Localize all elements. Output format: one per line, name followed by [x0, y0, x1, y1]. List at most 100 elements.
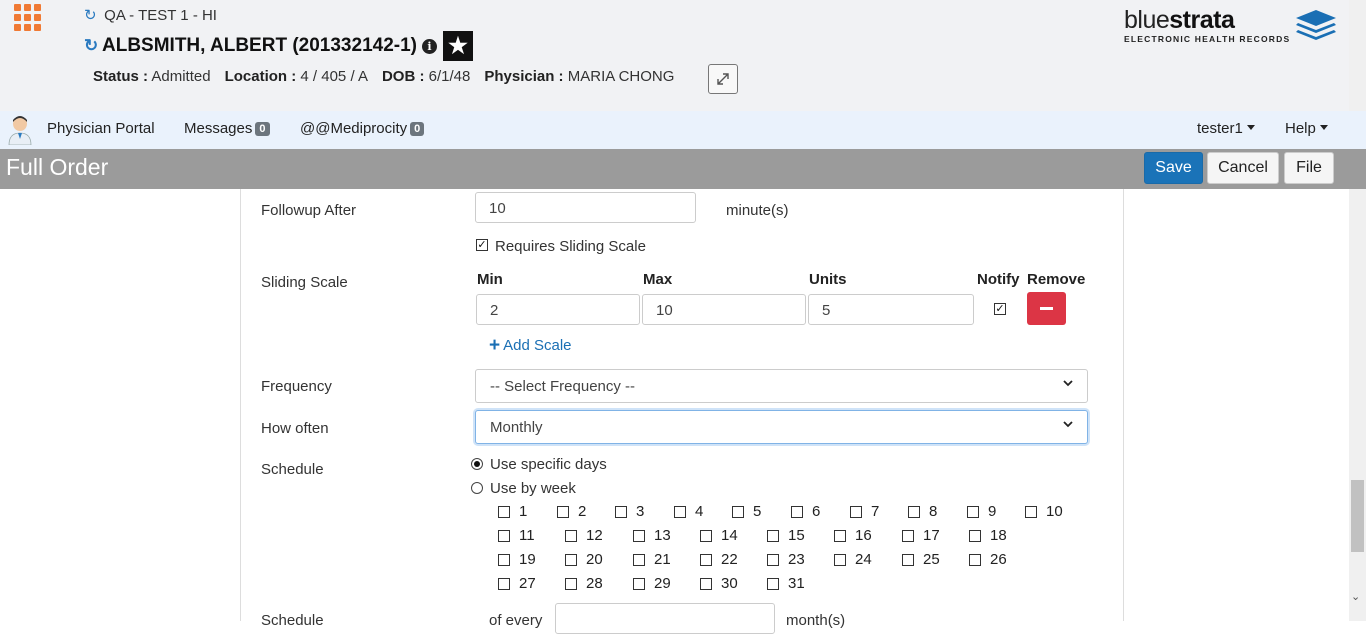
- top-navbar: Physician Portal Messages 0 @@Mediprocity…: [0, 111, 1366, 149]
- apps-grid-icon[interactable]: [13, 3, 41, 31]
- min-column-header: Min: [477, 271, 503, 288]
- day-checkbox[interactable]: [834, 530, 846, 542]
- cancel-button[interactable]: Cancel: [1207, 152, 1279, 184]
- day-checkbox[interactable]: [633, 554, 645, 566]
- frequency-select[interactable]: -- Select Frequency --: [475, 369, 1088, 403]
- day-checkbox[interactable]: [732, 506, 744, 518]
- use-by-week-radio[interactable]: [471, 482, 483, 494]
- day-label: 9: [988, 503, 997, 520]
- day-label: 13: [654, 527, 671, 544]
- day-label: 26: [990, 551, 1007, 568]
- order-form-panel: Followup After 10 minute(s) ✓ Requires S…: [240, 189, 1124, 634]
- use-specific-days-label: Use specific days: [490, 456, 607, 473]
- day-checkbox[interactable]: [498, 530, 510, 542]
- save-button[interactable]: Save: [1144, 152, 1203, 184]
- day-checkbox[interactable]: [633, 578, 645, 590]
- day-label: 21: [654, 551, 671, 568]
- day-checkbox[interactable]: [498, 506, 510, 518]
- day-checkbox[interactable]: [498, 578, 510, 590]
- day-checkbox[interactable]: [902, 554, 914, 566]
- day-checkbox[interactable]: [700, 554, 712, 566]
- day-checkbox[interactable]: [834, 554, 846, 566]
- expand-button[interactable]: [708, 64, 738, 94]
- day-label: 14: [721, 527, 738, 544]
- schedule-label: Schedule: [261, 461, 324, 478]
- max-column-header: Max: [643, 271, 673, 288]
- day-label: 24: [855, 551, 872, 568]
- months-interval-input[interactable]: [555, 603, 775, 634]
- day-label: 11: [519, 527, 535, 544]
- use-specific-days-radio[interactable]: [471, 458, 483, 470]
- environment-label: ↻ QA - TEST 1 - HI: [84, 6, 217, 24]
- how-often-label: How often: [261, 420, 329, 437]
- requires-sliding-scale-checkbox[interactable]: ✓: [476, 239, 488, 251]
- day-label: 8: [929, 503, 938, 520]
- scale-units-input[interactable]: 5: [808, 294, 974, 325]
- messages-count-badge: 0: [255, 122, 270, 136]
- scale-max-input[interactable]: 10: [642, 294, 806, 325]
- file-button[interactable]: File: [1284, 152, 1334, 184]
- day-checkbox[interactable]: [902, 530, 914, 542]
- day-checkbox[interactable]: [565, 578, 577, 590]
- chevron-down-icon: [1063, 421, 1073, 428]
- patient-title: ↻ ALBSMITH, ALBERT (201332142-1) i ★: [84, 31, 473, 61]
- day-checkbox[interactable]: [969, 554, 981, 566]
- messages-link[interactable]: Messages 0: [184, 120, 270, 137]
- day-label: 23: [788, 551, 805, 568]
- expand-icon: [717, 73, 729, 85]
- day-label: 27: [519, 575, 536, 592]
- patient-name: ALBSMITH, ALBERT (201332142-1): [102, 35, 417, 56]
- day-checkbox[interactable]: [850, 506, 862, 518]
- sliding-scale-label: Sliding Scale: [261, 274, 348, 291]
- refresh-icon[interactable]: ↻: [84, 36, 100, 56]
- day-label: 6: [812, 503, 821, 520]
- day-checkbox[interactable]: [615, 506, 627, 518]
- day-label: 17: [923, 527, 940, 544]
- day-checkbox[interactable]: [700, 530, 712, 542]
- notify-column-header: Notify: [977, 271, 1020, 288]
- add-scale-link[interactable]: + Add Scale: [489, 335, 572, 357]
- day-checkbox[interactable]: [565, 554, 577, 566]
- caret-down-icon: [1319, 125, 1328, 130]
- day-label: 22: [721, 551, 738, 568]
- status-value: Admitted: [151, 68, 211, 85]
- day-checkbox[interactable]: [767, 554, 779, 566]
- day-checkbox[interactable]: [565, 530, 577, 542]
- remove-scale-button[interactable]: [1027, 292, 1066, 325]
- day-label: 18: [990, 527, 1007, 544]
- day-checkbox[interactable]: [557, 506, 569, 518]
- scrollbar-thumb[interactable]: [1351, 480, 1364, 552]
- followup-input[interactable]: 10: [475, 192, 696, 223]
- day-label: 16: [855, 527, 872, 544]
- scroll-down-arrow-icon[interactable]: ⌄: [1351, 590, 1360, 603]
- day-checkbox[interactable]: [791, 506, 803, 518]
- frequency-label: Frequency: [261, 378, 332, 395]
- day-checkbox[interactable]: [969, 530, 981, 542]
- day-checkbox[interactable]: [498, 554, 510, 566]
- scale-min-input[interactable]: 2: [476, 294, 640, 325]
- day-label: 2: [578, 503, 587, 520]
- day-checkbox[interactable]: [767, 530, 779, 542]
- help-menu[interactable]: Help: [1285, 120, 1328, 137]
- day-label: 10: [1046, 503, 1063, 520]
- order-toolbar: Full Order Save Cancel File: [0, 149, 1366, 189]
- physician-portal-link[interactable]: Physician Portal: [47, 120, 155, 137]
- requires-sliding-scale-label: Requires Sliding Scale: [495, 238, 646, 255]
- day-checkbox[interactable]: [967, 506, 979, 518]
- day-checkbox[interactable]: [700, 578, 712, 590]
- how-often-select[interactable]: Monthly: [475, 410, 1088, 444]
- day-label: 29: [654, 575, 671, 592]
- day-checkbox[interactable]: [633, 530, 645, 542]
- info-icon[interactable]: i: [421, 38, 437, 54]
- mediprocity-link[interactable]: @@Mediprocity 0: [300, 120, 425, 137]
- scale-notify-checkbox[interactable]: ✓: [994, 303, 1006, 315]
- refresh-icon[interactable]: ↻: [84, 6, 100, 24]
- scrollbar-track[interactable]: [1349, 189, 1366, 621]
- day-checkbox[interactable]: [767, 578, 779, 590]
- user-menu[interactable]: tester1: [1197, 120, 1255, 137]
- remove-column-header: Remove: [1027, 271, 1086, 288]
- day-checkbox[interactable]: [1025, 506, 1037, 518]
- day-checkbox[interactable]: [908, 506, 920, 518]
- day-checkbox[interactable]: [674, 506, 686, 518]
- star-icon[interactable]: ★: [442, 31, 473, 61]
